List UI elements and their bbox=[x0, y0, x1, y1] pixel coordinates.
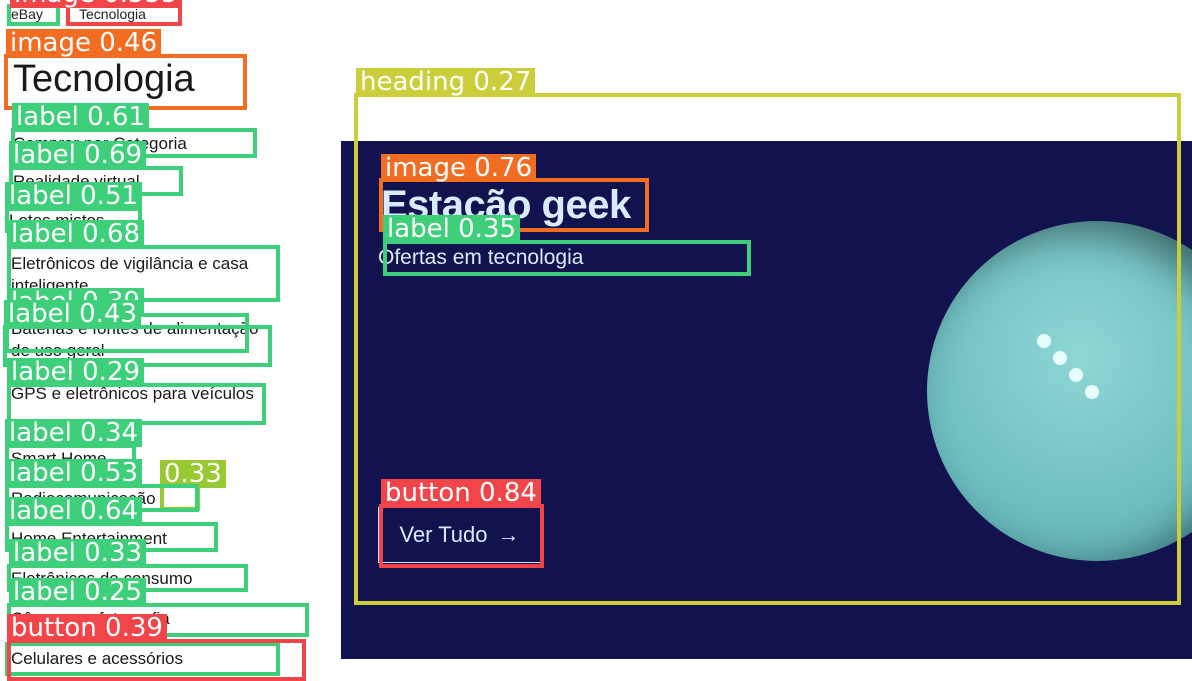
det-tag: button 0.84 bbox=[381, 479, 541, 507]
det-tag: label 0.53 bbox=[5, 459, 143, 487]
det-tag: image 0.76 bbox=[381, 154, 537, 182]
det-tag: label 0.29 bbox=[7, 358, 145, 386]
det-box bbox=[7, 639, 306, 681]
det-tag: label 0.34 bbox=[5, 419, 143, 447]
det-tag: image 0.46 bbox=[6, 29, 162, 57]
det-tag: label 0.69 bbox=[9, 141, 147, 169]
det-tag: label 0.61 bbox=[12, 103, 150, 131]
det-tag: label 0.64 bbox=[5, 497, 143, 525]
det-tag: heading 0.27 bbox=[356, 68, 536, 96]
det-tag: label 0.25 bbox=[9, 578, 147, 606]
det-tag: image 0.555 bbox=[10, 0, 182, 8]
det-tag: label 0.51 bbox=[5, 182, 143, 210]
det-box bbox=[379, 504, 544, 568]
det-tag: label 0.33 bbox=[9, 539, 147, 567]
det-box bbox=[383, 240, 751, 276]
det-tag: label 0.43 bbox=[4, 300, 142, 328]
det-tag: label 0.35 bbox=[383, 215, 521, 243]
det-tag: button 0.39 bbox=[7, 614, 167, 642]
det-tag: label 0.68 bbox=[7, 220, 145, 248]
